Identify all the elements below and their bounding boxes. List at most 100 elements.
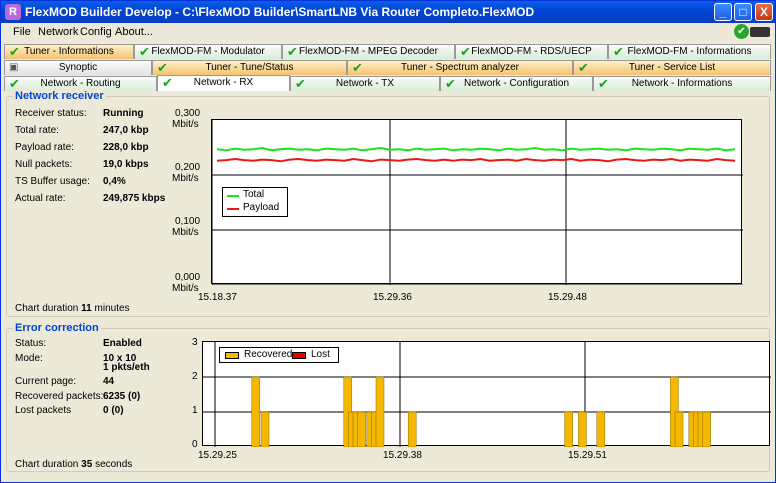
tab-network-routing[interactable]: ✔ Network - Routing bbox=[4, 76, 157, 91]
y-tick-label: 1 bbox=[192, 405, 198, 416]
tab-label: FlexMOD-FM - Informations bbox=[627, 46, 752, 57]
tab-network-rx[interactable]: ✔ Network - RX bbox=[157, 75, 290, 91]
x-tick-label: 15.29.51 bbox=[568, 450, 607, 461]
x-tick-label: 15.29.38 bbox=[383, 450, 422, 461]
info-value: 19,0 kbps bbox=[103, 159, 149, 170]
rx-duration-value: 11 bbox=[81, 303, 92, 314]
tab-flexmod-fm-modulator[interactable]: ✔ FlexMOD-FM - Modulator bbox=[134, 44, 282, 59]
info-value: 249,875 kbps bbox=[103, 193, 166, 204]
check-icon: ✔ bbox=[445, 76, 456, 91]
check-icon: ✔ bbox=[157, 60, 168, 75]
tab-label: FlexMOD-FM - MPEG Decoder bbox=[299, 46, 438, 57]
recovered-bar bbox=[375, 376, 385, 447]
ec-legend: Recovered Lost bbox=[219, 347, 339, 363]
tab-flexmod-fm-informations[interactable]: ✔ FlexMOD-FM - Informations bbox=[608, 44, 771, 59]
y-unit-label: Mbit/s bbox=[172, 173, 199, 184]
info-value: Running bbox=[103, 108, 144, 119]
y-tick-label: 3 bbox=[192, 337, 198, 348]
tab-label: Tuner - Tune/Status bbox=[205, 62, 294, 73]
legend-payload: Payload bbox=[243, 202, 280, 213]
total-legend-swatch bbox=[227, 195, 239, 197]
check-icon: ✔ bbox=[598, 76, 609, 91]
menu-config[interactable]: Config bbox=[80, 26, 112, 38]
recovered-bar bbox=[251, 376, 261, 447]
tab-network-configuration[interactable]: ✔ Network - Configuration bbox=[440, 76, 593, 91]
legend-recovered: Recovered bbox=[244, 349, 293, 360]
tab-tuner-service-list[interactable]: ✔ Tuner - Service List bbox=[573, 60, 771, 75]
recovered-bar bbox=[596, 411, 606, 447]
y-tick-label: 0,000 bbox=[175, 272, 201, 283]
info-value: 44 bbox=[103, 376, 115, 387]
info-value: 247,0 kbp bbox=[103, 125, 149, 136]
info-label: Mode: bbox=[15, 352, 43, 364]
tab-label: Network - TX bbox=[335, 78, 395, 89]
info-label: Total rate: bbox=[15, 125, 59, 136]
rx-chart-duration: Chart duration 11 minutes bbox=[15, 303, 130, 314]
check-icon: ✔ bbox=[578, 60, 589, 75]
tab-flexmod-fm-mpeg-decoder[interactable]: ✔ FlexMOD-FM - MPEG Decoder bbox=[282, 44, 455, 59]
x-tick-label: 15.18.37 bbox=[198, 292, 237, 303]
check-icon: ✔ bbox=[460, 44, 471, 59]
close-button[interactable]: X bbox=[755, 3, 773, 21]
synoptic-icon: ▣ bbox=[9, 62, 19, 73]
tab-tuner-informations[interactable]: ✔ Tuner - Informations bbox=[4, 44, 134, 59]
info-value-2: 1 pkts/eth bbox=[103, 361, 150, 373]
tab-label: FlexMOD-FM - RDS/UECP bbox=[471, 46, 592, 57]
maximize-button[interactable]: □ bbox=[734, 3, 752, 21]
recovered-bar bbox=[407, 411, 417, 447]
rx-duration-unit: minutes bbox=[94, 303, 130, 314]
payload-legend-swatch bbox=[227, 208, 239, 210]
tab-network-tx[interactable]: ✔ Network - TX bbox=[290, 76, 440, 91]
minimize-button[interactable]: _ bbox=[714, 3, 732, 21]
tab-tuner-spectrum-analyzer[interactable]: ✔ Tuner - Spectrum analyzer bbox=[347, 60, 573, 75]
tab-tuner-tune-status[interactable]: ✔ Tuner - Tune/Status bbox=[152, 60, 347, 75]
tab-synoptic[interactable]: ▣ Synoptic bbox=[4, 60, 152, 75]
info-value: 0 (0) bbox=[103, 405, 124, 416]
app-icon: R bbox=[5, 4, 21, 20]
recovered-bar bbox=[260, 411, 270, 447]
error-correction-title: Error correction bbox=[13, 322, 101, 334]
tab-flexmod-fm-rds-uecp[interactable]: ✔ FlexMOD-FM - RDS/UECP bbox=[455, 44, 608, 59]
menu-network[interactable]: Network bbox=[38, 26, 78, 38]
legend-total: Total bbox=[243, 189, 265, 200]
title-bar[interactable]: R FlexMOD Builder Develop - C:\FlexMOD B… bbox=[1, 1, 775, 23]
recovered-bar bbox=[357, 411, 366, 447]
recovered-bar bbox=[578, 411, 587, 447]
x-tick-label: 15.29.48 bbox=[548, 292, 587, 303]
info-label: Payload rate: bbox=[15, 142, 74, 153]
tab-label: Network - Configuration bbox=[463, 78, 570, 89]
series-total-line bbox=[216, 146, 736, 152]
check-icon: ✔ bbox=[162, 75, 173, 90]
ec-duration-value: 35 bbox=[81, 459, 93, 470]
tab-network-informations[interactable]: ✔ Network - Informations bbox=[593, 76, 771, 91]
rx-legend: Total Payload bbox=[222, 187, 288, 217]
series-payload-line bbox=[216, 157, 736, 163]
info-value: 6235 (0) bbox=[103, 390, 141, 402]
tab-label: Network - RX bbox=[193, 77, 254, 88]
info-label: Recovered packets: bbox=[15, 390, 104, 402]
y-unit-label: Mbit/s bbox=[172, 283, 199, 294]
recovered-bar bbox=[702, 411, 711, 447]
info-value: Enabled bbox=[103, 338, 142, 349]
menu-about[interactable]: About... bbox=[115, 26, 153, 38]
menu-bar: File Network Config About... bbox=[1, 23, 775, 41]
ec-chart-duration: Chart duration 35 seconds bbox=[15, 459, 132, 470]
error-bar-chart: Recovered Lost bbox=[202, 341, 771, 447]
check-icon: ✔ bbox=[9, 76, 20, 91]
network-receiver-title: Network receiver bbox=[13, 90, 106, 102]
tab-label: FlexMOD-FM - Modulator bbox=[151, 46, 265, 57]
y-tick-label: 0,200 bbox=[175, 162, 201, 173]
rx-rate-chart: Total Payload bbox=[211, 119, 743, 285]
y-tick-label: 0,100 bbox=[175, 216, 201, 227]
x-tick-label: 15.29.25 bbox=[198, 450, 237, 461]
info-label: Actual rate: bbox=[15, 193, 66, 204]
tab-label: Tuner - Service List bbox=[628, 62, 716, 73]
app-window: R FlexMOD Builder Develop - C:\FlexMOD B… bbox=[0, 0, 776, 483]
x-tick-label: 15.29.36 bbox=[373, 292, 412, 303]
tab-label: Tuner - Informations bbox=[24, 46, 114, 57]
info-value: 0,4% bbox=[103, 176, 126, 187]
info-label: Null packets: bbox=[15, 159, 73, 170]
info-label: TS Buffer usage: bbox=[15, 176, 90, 187]
menu-file[interactable]: File bbox=[13, 26, 31, 38]
info-label: Lost packets bbox=[15, 405, 72, 416]
